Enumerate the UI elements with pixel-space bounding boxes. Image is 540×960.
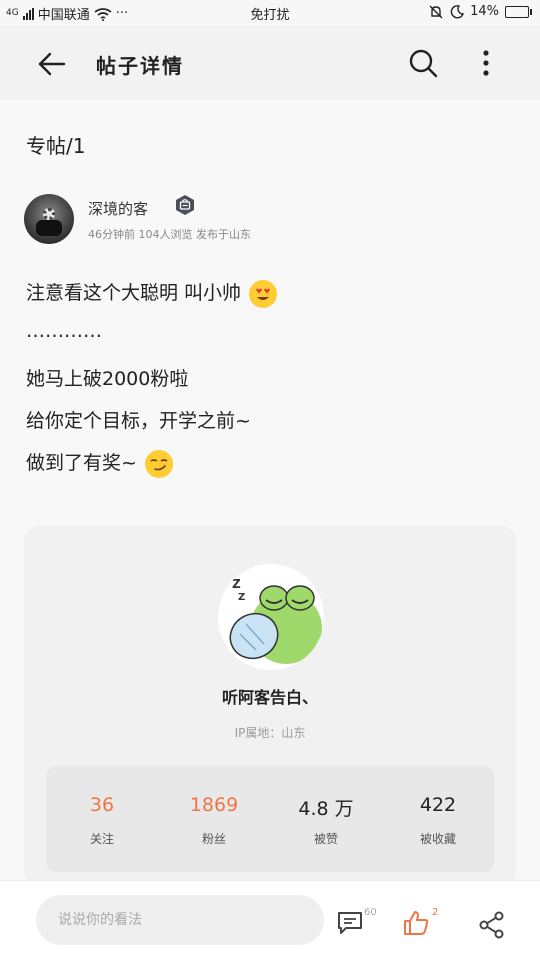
bottom-action-bar: 60 2 [0, 880, 540, 960]
profile-card[interactable]: Z Z 听阿客告白、 IP属地：山东 36 关注 1869 粉丝 4.8 万 被… [24, 526, 516, 886]
floor-label: 专帖/1 [26, 134, 86, 158]
stat-likes-received: 4.8 万 被赞 [270, 766, 382, 872]
stat-value: 36 [89, 794, 115, 816]
profile-avatar[interactable]: Z Z [218, 564, 324, 670]
top-app-bar: 帖子详情 [0, 26, 540, 100]
heart-eyes-emoji [249, 279, 278, 308]
stat-label: 关注 [89, 832, 114, 846]
svg-text:Z: Z [232, 577, 241, 591]
smirk-emoji [144, 449, 173, 478]
post-line-text: 做到了有奖~ [26, 452, 137, 474]
profile-stats: 36 关注 1869 粉丝 4.8 万 被赞 422 被收藏 [46, 766, 494, 872]
author-avatar[interactable] [24, 194, 74, 244]
moon-icon [450, 4, 465, 18]
bag-badge-icon [176, 195, 194, 215]
stat-favorited: 422 被收藏 [382, 766, 494, 872]
stat-value: 1869 [189, 794, 239, 816]
more-vertical-icon[interactable] [474, 46, 498, 80]
status-right: 14% [428, 4, 532, 19]
post-line-text: 注意看这个大聪明 叫小帅 [26, 282, 242, 304]
share-icon[interactable] [478, 911, 506, 939]
stat-label: 粉丝 [201, 832, 226, 846]
comment-input[interactable] [36, 895, 324, 945]
battery-icon [505, 5, 532, 18]
comment-icon[interactable] [336, 909, 364, 937]
status-bar: 4G 中国联通 ··· 免打扰 14% [0, 0, 540, 26]
back-arrow-icon[interactable] [34, 46, 70, 82]
battery-percent: 14% [470, 4, 499, 19]
profile-ip-location: IP属地：山东 [234, 726, 306, 740]
author-name[interactable]: 深境的客 [88, 198, 148, 219]
stat-label: 被赞 [313, 832, 338, 846]
thumbs-up-icon[interactable] [402, 909, 430, 937]
like-count: 2 [432, 907, 439, 918]
post-line: 给你定个目标，开学之前~ [26, 410, 251, 432]
stat-label: 被收藏 [419, 832, 456, 846]
page-title: 帖子详情 [96, 54, 184, 78]
stat-value: 422 [419, 794, 457, 816]
stat-value: 4.8 万 [298, 798, 354, 820]
stat-following[interactable]: 36 关注 [46, 766, 158, 872]
search-icon[interactable] [406, 46, 440, 80]
post-line: 注意看这个大聪明 叫小帅 [26, 278, 278, 308]
mute-bell-icon [429, 5, 443, 18]
post-line: 做到了有奖~ [26, 448, 173, 478]
stat-followers[interactable]: 1869 粉丝 [158, 766, 270, 872]
comment-count: 60 [364, 907, 377, 918]
post-content: 专帖/1 深境的客 46分钟前 104人浏览 发布于山东 注意看这个大聪明 叫小… [0, 100, 540, 886]
author-meta: 46分钟前 104人浏览 发布于山东 [88, 228, 251, 241]
profile-name[interactable]: 听阿客告白、 [24, 684, 516, 708]
svg-text:Z: Z [238, 592, 245, 603]
post-line: 她马上破2000粉啦 [26, 368, 189, 390]
post-line: ………… [26, 320, 102, 342]
